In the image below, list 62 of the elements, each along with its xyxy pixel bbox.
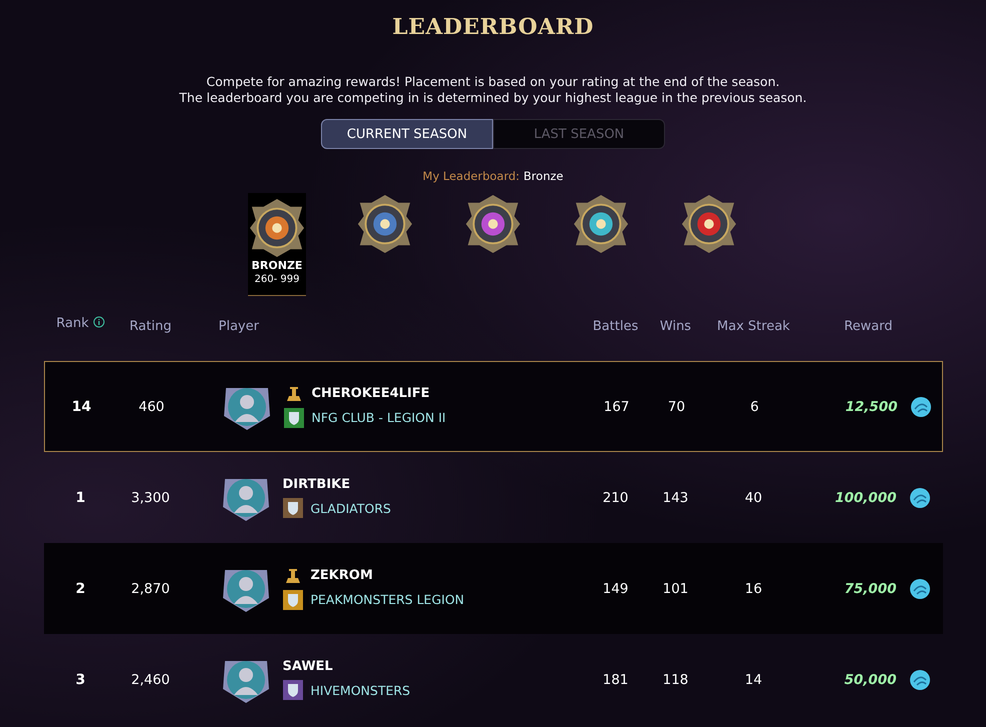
rating-cell: 2,460	[131, 672, 170, 688]
orb-icon	[910, 578, 930, 598]
guild-name[interactable]: NFG CLUB - LEGION II	[312, 410, 446, 425]
reward-amount: 100,000	[835, 490, 896, 506]
guild-name[interactable]: PEAKMONSTERS LEGION	[310, 592, 464, 607]
column-header: Wins	[660, 319, 692, 334]
column-header: Rating	[130, 319, 172, 334]
league-badge-icon[interactable]	[356, 193, 414, 255]
rank-cell: 2	[76, 580, 86, 596]
league-badge-icon[interactable]	[680, 193, 738, 255]
reward-amount: 75,000	[844, 580, 896, 596]
league-name: BRONZE	[252, 259, 302, 272]
reward-amount: 50,000	[844, 672, 896, 688]
wins-cell: 101	[662, 580, 688, 596]
column-header: Player	[218, 319, 259, 334]
max-streak-cell: 6	[750, 398, 759, 414]
league-badge-icon[interactable]	[248, 197, 306, 259]
my-leaderboard-value: Bronze	[524, 169, 564, 183]
max-streak-cell: 14	[744, 672, 762, 688]
intro-text: The leaderboard you are competing in is determined by your highest league in the previous season.	[179, 90, 807, 106]
leaderboard-row[interactable]: 14 460 CHEROKEE4LIFE NFG CLUB - LEGION II 167 70 6 12,500	[44, 361, 942, 452]
player-name[interactable]: SAWEL	[282, 659, 333, 674]
league-range: 260- 999	[254, 274, 300, 285]
column-header: Reward	[844, 319, 892, 334]
column-header: Battles	[592, 319, 638, 334]
info-icon[interactable]	[92, 316, 105, 328]
player-name[interactable]: CHEROKEE4LIFE	[312, 386, 430, 401]
rank-cell: 1	[76, 490, 86, 506]
my-leaderboard-label: My Leaderboard:	[422, 169, 520, 183]
player-name[interactable]: DIRTBIKE	[282, 477, 350, 492]
orb-icon	[910, 488, 930, 508]
guild-name[interactable]: GLADIATORS	[310, 500, 391, 516]
rating-cell: 3,300	[131, 490, 170, 506]
player-name[interactable]: ZEKROM	[310, 568, 373, 583]
rating-cell: 2,870	[131, 580, 170, 596]
wins-cell: 118	[662, 672, 688, 688]
battles-cell: 149	[602, 580, 628, 596]
max-streak-cell: 16	[744, 580, 762, 596]
leaderboard-row[interactable]: 3 2,460 SAWEL HIVEMONSTERS 181 118 14 50,000	[44, 634, 942, 725]
rank-cell: 3	[76, 672, 86, 688]
max-streak-cell: 40	[744, 490, 762, 506]
league-badge-icon[interactable]	[464, 193, 522, 255]
season-tab[interactable]: CURRENT SEASON	[321, 119, 493, 149]
orb-icon	[910, 670, 930, 690]
intro-text: Compete for amazing rewards! Placement is based on your rating at the end of the season.	[206, 74, 780, 90]
battles-cell: 181	[602, 672, 628, 688]
wins-cell: 70	[668, 398, 686, 414]
rating-cell: 460	[138, 398, 164, 414]
wins-cell: 143	[662, 490, 688, 506]
page-title: LEADERBOARD	[392, 14, 594, 40]
column-header: Max Streak	[717, 319, 790, 334]
battles-cell: 210	[602, 490, 628, 506]
leaderboard-row[interactable]: 2 2,870 ZEKROM PEAKMONSTERS LEGION 149 101 16 75,000	[44, 543, 942, 634]
rank-cell: 14	[72, 398, 92, 414]
guild-name[interactable]: HIVEMONSTERS	[310, 682, 410, 698]
league-badge-icon[interactable]	[572, 193, 630, 255]
league-card[interactable]: BRONZE 260- 999	[248, 193, 306, 296]
battles-cell: 167	[604, 398, 630, 414]
leaderboard-row[interactable]: 1 3,300 DIRTBIKE GLADIATORS 210 143 40 100,000	[44, 452, 942, 543]
reward-amount: 12,500	[845, 398, 898, 414]
orb-icon	[910, 396, 930, 416]
column-header: Rank	[56, 316, 89, 331]
